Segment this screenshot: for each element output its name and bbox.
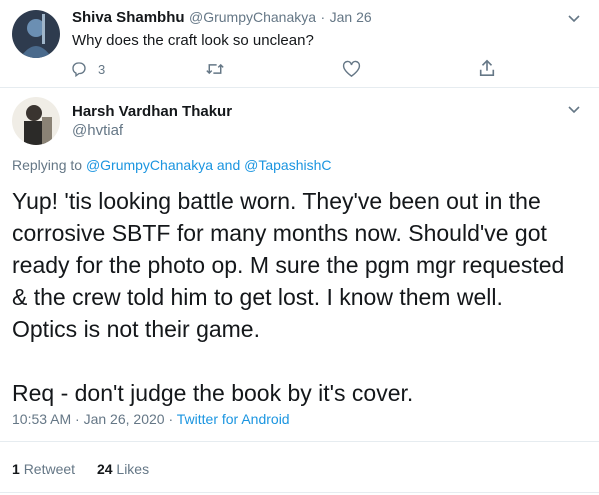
replying-and: and: [216, 157, 241, 173]
tweet-line: & the crew told him to get lost. I know …: [12, 284, 503, 310]
meta-dot: ·: [168, 411, 174, 427]
retweet-label: Retweet: [23, 461, 76, 477]
retweet-button[interactable]: [205, 60, 225, 83]
mention-tapashishc[interactable]: @TapashishC: [244, 157, 331, 173]
avatar-image: [12, 97, 60, 145]
separator-dot: ·: [320, 9, 326, 25]
avatar-harsh[interactable]: [12, 97, 60, 145]
divider-meta: [0, 441, 599, 442]
like-button[interactable]: [342, 60, 361, 83]
divider-bottom: [0, 492, 599, 493]
tweet-meta: 10:53 AM · Jan 26, 2020 · Twitter for An…: [12, 411, 290, 427]
tweet-text: Why does the craft look so unclean?: [72, 32, 314, 49]
chevron-down-icon[interactable]: [566, 101, 582, 122]
replying-to: Replying to @GrumpyChanakya and @Tapashi…: [12, 157, 332, 173]
tweet-body: Yup! 'tis looking battle worn. They've b…: [12, 185, 592, 409]
tweet-line: corrosive SBTF for many months now. Shou…: [12, 220, 547, 246]
divider-top: [0, 87, 599, 88]
like-stat[interactable]: 24 Likes: [97, 461, 149, 477]
tweet-line: Optics is not their game.: [12, 316, 260, 342]
author-name[interactable]: Harsh Vardhan Thakur: [72, 103, 232, 120]
mention-grumpychanakya[interactable]: @GrumpyChanakya: [86, 157, 213, 173]
like-label: Likes: [116, 461, 150, 477]
retweet-icon: [206, 63, 224, 75]
tweet-line: Yup! 'tis looking battle worn. They've b…: [12, 188, 541, 214]
tweet-date[interactable]: Jan 26: [330, 9, 372, 25]
share-icon: [479, 59, 495, 77]
replying-prefix: Replying to: [12, 157, 83, 173]
tweet-source[interactable]: Twitter for Android: [177, 411, 290, 427]
reply-button[interactable]: 3: [70, 60, 105, 78]
retweet-count: 1: [12, 461, 20, 477]
avatar-shiva[interactable]: [12, 10, 60, 58]
tweet-line: Req - don't judge the book by it's cover…: [12, 380, 414, 406]
like-count: 24: [96, 461, 113, 477]
heart-icon: [342, 60, 361, 78]
author-name[interactable]: Shiva Shambhu: [72, 9, 185, 26]
retweet-stat[interactable]: 1 Retweet: [12, 461, 79, 477]
chevron-down-icon[interactable]: [566, 10, 582, 31]
reply-count: 3: [98, 61, 106, 77]
author-handle[interactable]: @GrumpyChanakya: [189, 9, 316, 25]
avatar-image: [12, 10, 60, 58]
tweet-stats: 1 Retweet 24 Likes: [12, 461, 149, 477]
reply-icon: [72, 62, 86, 78]
tweet-line: ready for the photo op. M sure the pgm m…: [12, 252, 565, 278]
author-handle[interactable]: @hvtiaf: [72, 122, 123, 139]
share-button[interactable]: [478, 58, 496, 83]
tweet-timestamp[interactable]: 10:53 AM · Jan 26, 2020: [12, 411, 165, 427]
